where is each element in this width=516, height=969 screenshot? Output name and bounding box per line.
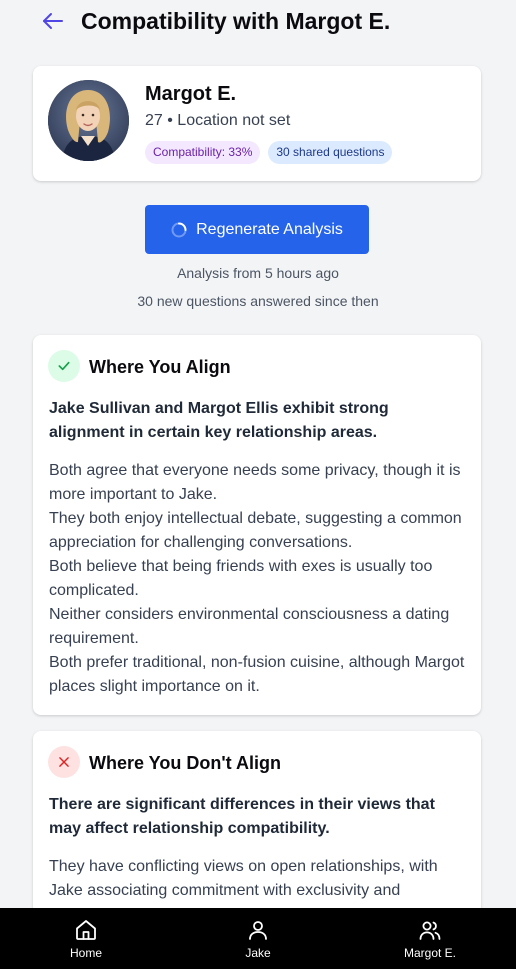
align-point: Both believe that being friends with exe… xyxy=(49,558,433,599)
nav-label-jake: Jake xyxy=(245,945,271,960)
regenerate-analysis-button[interactable]: Regenerate Analysis xyxy=(145,205,369,254)
compatibility-page: Compatibility with Margot E. Margot E. 2… xyxy=(0,0,516,969)
profile-card[interactable]: Margot E. 27 • Location not set Compatib… xyxy=(33,66,481,181)
misalign-point: They have conflicting views on open rela… xyxy=(49,858,438,899)
misalign-points: They have conflicting views on open rela… xyxy=(49,855,469,903)
nav-item-margot[interactable]: Margot E. xyxy=(380,918,480,960)
align-point: Both prefer traditional, non-fusion cuis… xyxy=(49,654,465,695)
loading-spinner-icon xyxy=(171,222,187,237)
avatar-portrait xyxy=(48,80,129,161)
profile-badges: Compatibility: 33% 30 shared questions xyxy=(145,141,393,164)
user-icon xyxy=(249,920,267,940)
where-you-align-card: Where You Align Jake Sullivan and Margot… xyxy=(33,335,481,715)
align-point: They both enjoy intellectual debate, sug… xyxy=(49,510,462,551)
align-point: Neither considers environmental consciou… xyxy=(49,606,450,647)
x-icon xyxy=(48,746,80,778)
profile-meta: 27 • Location not set xyxy=(145,112,291,129)
check-icon xyxy=(48,350,80,382)
regenerate-button-label: Regenerate Analysis xyxy=(196,220,343,238)
page-title: Compatibility with Margot E. xyxy=(81,8,391,34)
analysis-age-text: Analysis from 5 hours ago xyxy=(177,265,339,281)
arrow-left-icon xyxy=(43,13,63,29)
page-header: Compatibility with Margot E. xyxy=(0,0,516,44)
bottom-nav: Home Jake Margot E. xyxy=(0,908,516,969)
nav-label-home: Home xyxy=(69,945,102,960)
align-points: Both agree that everyone needs some priv… xyxy=(49,459,469,699)
shared-questions-badge: 30 shared questions xyxy=(268,141,393,164)
back-button[interactable] xyxy=(40,8,66,34)
align-point: Both agree that everyone needs some priv… xyxy=(49,462,461,503)
align-section-title: Where You Align xyxy=(89,357,231,377)
new-answers-text: 30 new questions answered since then xyxy=(137,293,379,309)
home-icon xyxy=(76,919,96,940)
nav-label-margot: Margot E. xyxy=(403,945,457,960)
nav-item-jake[interactable]: Jake xyxy=(208,918,308,960)
misalign-section-title: Where You Don't Align xyxy=(89,753,281,773)
compatibility-badge: Compatibility: 33% xyxy=(145,141,261,164)
users-icon xyxy=(419,921,441,940)
nav-item-home[interactable]: Home xyxy=(36,918,136,960)
profile-name: Margot E. xyxy=(145,83,237,105)
misalign-summary: There are significant differences in the… xyxy=(49,796,435,837)
avatar[interactable] xyxy=(48,80,129,161)
align-summary: Jake Sullivan and Margot Ellis exhibit s… xyxy=(49,400,389,441)
